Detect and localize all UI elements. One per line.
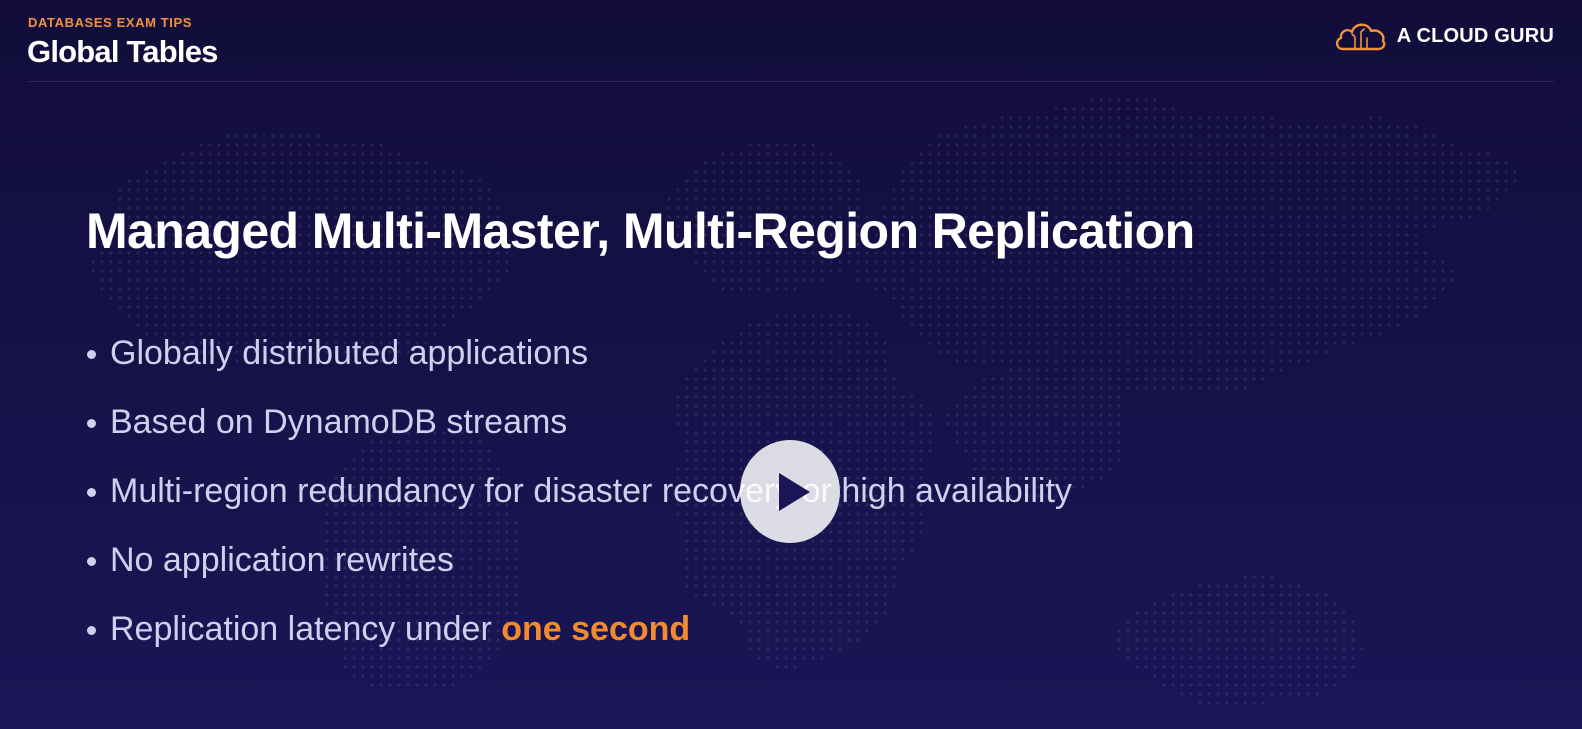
bullet-text: No application rewrites [110,541,454,579]
header-divider [28,81,1554,82]
bullet-item: No application rewrites [86,539,1096,581]
bullet-highlight: one second [501,610,691,648]
brand-name: A CLOUD GURU [1396,24,1554,47]
bullet-text: Based on DynamoDB streams [110,403,568,441]
brand: A CLOUD GURU [1333,19,1554,53]
content-heading: Managed Multi-Master, Multi-Region Repli… [86,203,1195,259]
bullet-item: Globally distributed applications [86,332,1096,374]
play-button[interactable] [740,440,840,543]
slide-title: Global Tables [27,34,218,69]
bullet-text: Globally distributed applications [110,334,589,372]
bullet-item: Replication latency under one second [86,608,1096,650]
bullet-text: Multi-region redundancy for disaster rec… [110,472,1072,510]
cloud-logo-icon [1335,23,1386,51]
play-icon [778,472,810,511]
section-eyebrow: DATABASES EXAM TIPS [28,15,193,30]
bullet-item: Multi-region redundancy for disaster rec… [86,470,1096,512]
bullet-list: Globally distributed applications Based … [86,332,1096,677]
slide: DATABASES EXAM TIPS Global Tables A CLOU… [0,0,1582,729]
bullet-item: Based on DynamoDB streams [86,401,1096,443]
bullet-text: Replication latency under [110,610,502,648]
